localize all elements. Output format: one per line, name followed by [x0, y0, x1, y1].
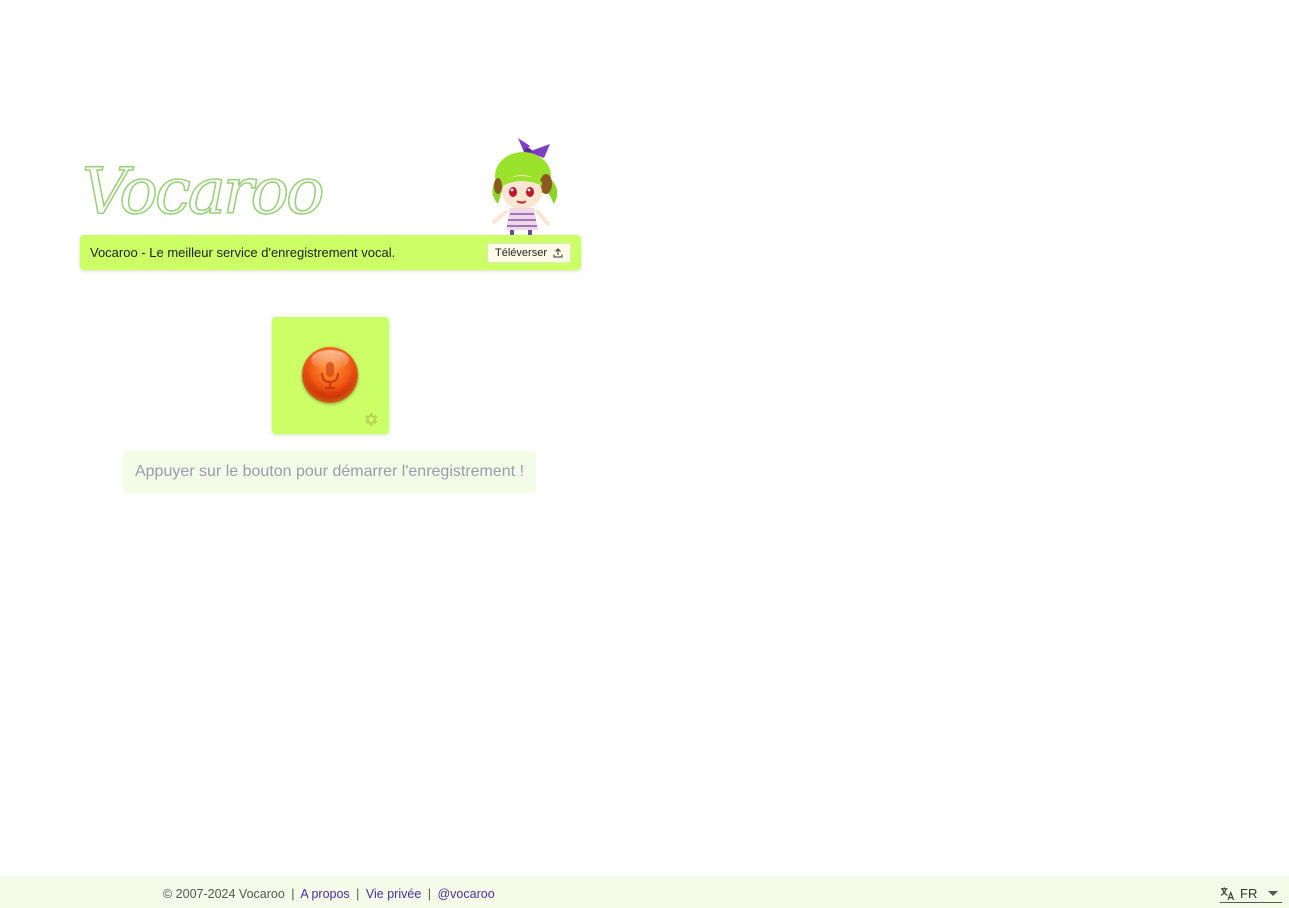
microphone-icon: [321, 362, 339, 389]
translate-icon: [1220, 886, 1235, 900]
copyright-text: © 2007-2024 Vocaroo: [163, 887, 285, 901]
record-hint: Appuyer sur le bouton pour démarrer l'en…: [134, 463, 525, 480]
record-panel: [272, 317, 389, 434]
footer: © 2007-2024 Vocaroo | A propos | Vie pri…: [0, 876, 1289, 908]
gear-icon[interactable]: [362, 411, 379, 428]
footer-separator: |: [356, 887, 360, 901]
privacy-link[interactable]: Vie privée: [366, 887, 421, 901]
footer-separator: |: [291, 887, 295, 901]
chevron-down-icon: [1268, 890, 1279, 896]
hint-box: Appuyer sur le bouton pour démarrer l'en…: [123, 451, 536, 493]
record-button[interactable]: [302, 347, 358, 403]
page: Vocaroo Vocaroo - Le meilleur service d'…: [0, 0, 1289, 908]
mascot-image: [492, 138, 558, 238]
footer-separator: |: [427, 887, 431, 901]
twitter-link[interactable]: @vocaroo: [437, 887, 494, 901]
upload-button[interactable]: Téléverser: [487, 242, 571, 263]
vocaroo-logo[interactable]: Vocaroo: [81, 159, 325, 225]
tagline-bar: Vocaroo - Le meilleur service d'enregist…: [80, 235, 581, 270]
upload-button-label: Téléverser: [495, 246, 547, 259]
footer-links: © 2007-2024 Vocaroo | A propos | Vie pri…: [163, 887, 495, 901]
tagline-text: Vocaroo - Le meilleur service d'enregist…: [90, 245, 396, 260]
about-link[interactable]: A propos: [300, 887, 349, 901]
upload-icon: [553, 247, 563, 257]
language-label: FR: [1240, 885, 1258, 901]
language-selector[interactable]: FR: [1220, 884, 1282, 903]
